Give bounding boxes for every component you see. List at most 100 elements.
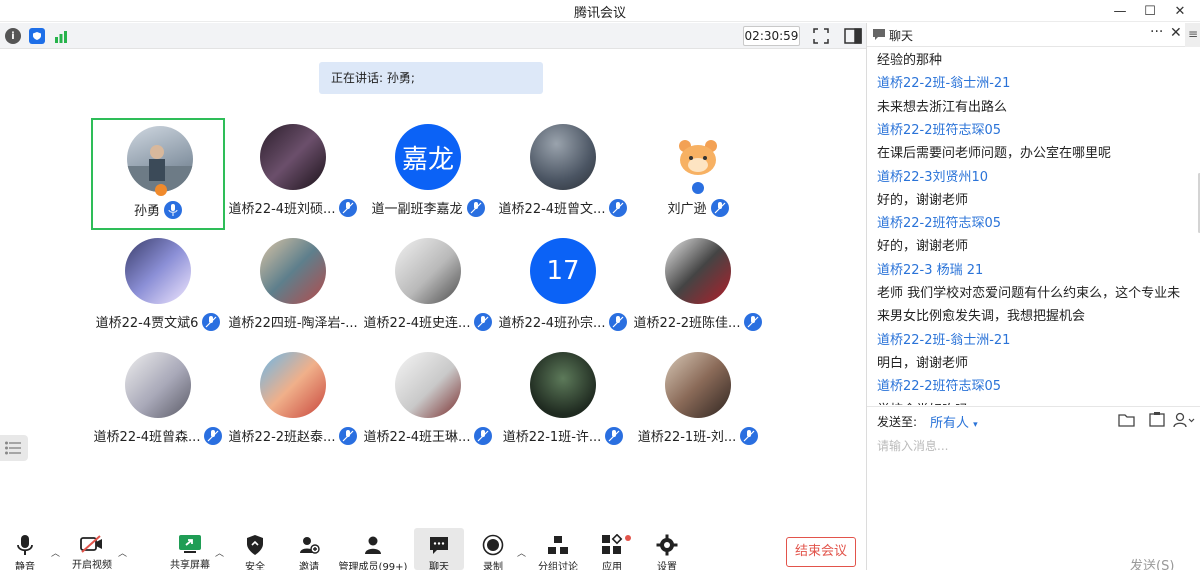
participant-tile[interactable]: 刘广逊: [631, 118, 765, 230]
chat-message-text: 明白，谢谢老师: [877, 355, 969, 371]
avatar: [260, 124, 326, 190]
end-meeting-button[interactable]: 结束会议: [786, 537, 856, 567]
more-options-icon[interactable]: ···: [1150, 24, 1163, 40]
signal-icon[interactable]: [53, 28, 69, 44]
close-icon[interactable]: ✕: [1170, 25, 1182, 41]
record-icon: [481, 534, 505, 556]
avatar: [260, 238, 326, 304]
mute-options-chevron-icon[interactable]: ︿: [51, 546, 60, 559]
avatar: [395, 352, 461, 418]
mention-user-icon[interactable]: [1172, 411, 1195, 429]
settings-button[interactable]: 设置: [650, 528, 684, 570]
send-to-label: 发送至:: [877, 415, 918, 429]
microphone-icon: [164, 200, 182, 219]
menu-icon[interactable]: ≡: [1185, 23, 1200, 47]
start-video-button[interactable]: 开启视频: [68, 528, 116, 570]
chat-message-text: 在课后需要问老师问题，办公室在哪里呢: [877, 146, 1112, 162]
participant-tile[interactable]: 道桥22-4班史连...: [361, 232, 495, 344]
participant-tile[interactable]: 道桥22-4贾文斌6: [91, 232, 225, 344]
meeting-status-bar: i 02:30:59: [0, 23, 866, 49]
maximize-button[interactable]: ☐: [1135, 0, 1165, 22]
microphone-muted-icon: [609, 312, 628, 331]
meeting-timer: 02:30:59: [743, 26, 800, 46]
microphone-muted-icon: [710, 198, 729, 217]
record-options-chevron-icon[interactable]: ︿: [517, 546, 526, 559]
chat-sender-name: 道桥22-2班符志琛05: [877, 379, 1002, 395]
avatar: [125, 352, 191, 418]
microphone-muted-icon: [474, 312, 493, 331]
chat-header: 聊天 ··· ✕ ≡: [867, 23, 1200, 47]
participant-tile[interactable]: 道桥22-2班陈佳...: [631, 232, 765, 344]
chat-sender-name: 道桥22-3刘贤州10: [877, 169, 989, 185]
chat-sender-name: 道桥22-2班符志琛05: [877, 216, 1002, 232]
message-input[interactable]: 请输入消息...: [877, 437, 948, 454]
participant-tile[interactable]: 道桥22-2班赵泰...: [226, 346, 360, 458]
screenshot-icon[interactable]: [1147, 411, 1167, 429]
participant-list-toggle[interactable]: [0, 435, 28, 461]
chat-compose: 发送至: 所有人 ▾ 请输入消息... 发送(S): [867, 406, 1200, 570]
meeting-toolbar: 静音 ︿ 开启视频 ︿ 共享屏幕 ︿ 安全 邀请 管理成员(99+) 聊天 录制…: [0, 528, 866, 570]
microphone-muted-icon: [474, 426, 493, 445]
shield-icon[interactable]: [29, 28, 45, 44]
participant-tile[interactable]: 道桥22-4班曾文...: [496, 118, 630, 230]
apps-button[interactable]: 应用: [594, 528, 630, 570]
security-button[interactable]: 安全: [238, 528, 272, 570]
participant-tile[interactable]: 道桥22-4班王琳...: [361, 346, 495, 458]
info-icon[interactable]: i: [5, 28, 21, 44]
avatar: [127, 126, 193, 192]
recipient-select[interactable]: 所有人 ▾: [930, 412, 978, 431]
microphone-muted-icon: [740, 426, 759, 445]
participant-name: 道桥22-1班-刘...: [637, 430, 737, 445]
microphone-muted-icon: [339, 426, 358, 445]
participant-name: 道桥22-4班曾文...: [498, 202, 606, 217]
video-off-icon: [80, 534, 104, 554]
participant-tile[interactable]: 道桥22-1班-许...: [496, 346, 630, 458]
video-stage: 正在讲话: 孙勇; 孙勇 道桥22-4班刘硕... 嘉龙 道一副班李嘉龙 道桥2…: [0, 50, 866, 528]
participant-tile[interactable]: 道桥22四班-陶泽岩-...: [226, 232, 360, 344]
manage-members-button[interactable]: 管理成员(99+): [339, 528, 407, 570]
avatar: [665, 238, 731, 304]
participant-tile[interactable]: 道桥22-1班-刘...: [631, 346, 765, 458]
microphone-muted-icon: [202, 312, 221, 331]
user-badge-icon: [692, 182, 704, 194]
microphone-muted-icon: [339, 198, 358, 217]
record-button[interactable]: 录制: [476, 528, 510, 570]
invite-button[interactable]: 邀请: [292, 528, 326, 570]
send-button[interactable]: 发送(S): [1130, 555, 1174, 570]
avatar: [260, 352, 326, 418]
participant-tile[interactable]: 道桥22-4班刘硕...: [226, 118, 360, 230]
video-options-chevron-icon[interactable]: ︿: [118, 546, 127, 559]
chat-sender-name: 道桥22-2班符志琛05: [877, 122, 1002, 138]
share-options-chevron-icon[interactable]: ︿: [215, 546, 224, 559]
share-screen-button[interactable]: 共享屏幕: [166, 528, 214, 570]
participant-name: 刘广逊: [667, 202, 707, 217]
members-icon: [361, 534, 385, 556]
avatar: [665, 352, 731, 418]
chat-message-text: 经验的那种: [877, 53, 943, 68]
chat-button[interactable]: 聊天: [414, 528, 464, 570]
participant-tile[interactable]: 孙勇: [91, 118, 225, 230]
chat-message-text: 老师 我们学校对恋爱问题有什么约束么，这个专业未: [877, 286, 1181, 301]
participant-tile[interactable]: 道桥22-4班曾森...: [91, 346, 225, 458]
participant-tile[interactable]: 17 道桥22-4班孙宗...: [496, 232, 630, 344]
participant-name: 道桥22-4班曾森...: [93, 430, 201, 445]
fullscreen-icon[interactable]: [812, 27, 830, 45]
minimize-button[interactable]: —: [1105, 0, 1135, 22]
chat-sender-name: 道桥22-2班-翁士洲-21: [877, 332, 1011, 348]
breakout-rooms-icon: [546, 534, 570, 556]
participant-name: 道桥22-4班史连...: [363, 316, 471, 331]
host-badge-icon: [155, 184, 167, 196]
close-button[interactable]: ✕: [1165, 0, 1195, 22]
avatar: 嘉龙: [395, 124, 461, 190]
layout-toggle-icon[interactable]: [843, 26, 863, 46]
breakout-button[interactable]: 分组讨论: [536, 528, 580, 570]
participant-name: 孙勇: [133, 204, 160, 219]
folder-icon[interactable]: [1117, 411, 1137, 429]
participant-name: 道桥22-1班-许...: [502, 430, 602, 445]
microphone-icon: [13, 534, 37, 556]
avatar: [395, 238, 461, 304]
chat-panel: 聊天 ··· ✕ ≡ 经验的那种 道桥22-2班-翁士洲-21 未来想去浙江有出路么…: [866, 23, 1200, 570]
chat-message-text: 好的，谢谢老师: [877, 192, 969, 208]
mute-button[interactable]: 静音: [8, 528, 42, 570]
participant-tile[interactable]: 嘉龙 道一副班李嘉龙: [361, 118, 495, 230]
